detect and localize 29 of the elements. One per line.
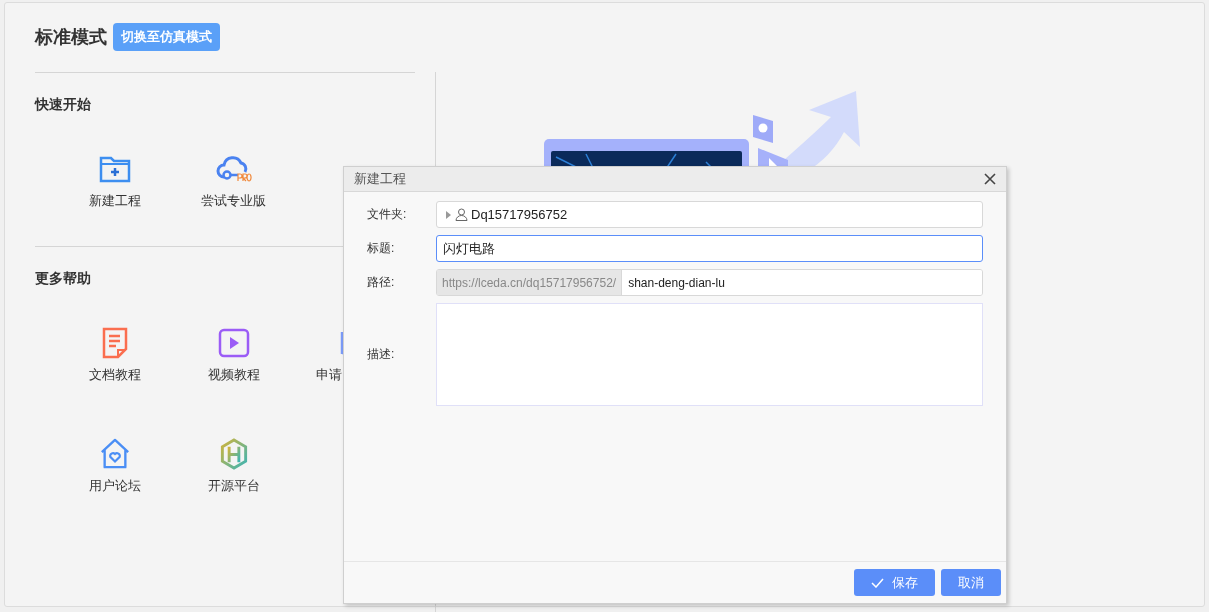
field-label: 描述:: [367, 346, 396, 363]
check-icon: [871, 577, 884, 588]
expand-triangle-icon: [446, 210, 451, 219]
shortcut-label[interactable]: 视频教程: [207, 367, 260, 383]
user-icon: [455, 208, 468, 221]
shortcut-label[interactable]: 文档教程: [88, 367, 141, 383]
video-play-icon: [217, 327, 250, 359]
field-label: 路径:: [367, 274, 396, 291]
description-input[interactable]: [436, 303, 983, 406]
title-input[interactable]: 闪灯电路: [436, 235, 983, 262]
section-heading: 更多帮助: [35, 269, 91, 287]
hexagon-h-icon: [218, 438, 249, 470]
field-label: 标题:: [367, 240, 396, 257]
shortcut-label[interactable]: 开源平台: [207, 478, 260, 494]
shortcut-label[interactable]: 用户论坛: [88, 478, 141, 494]
folder-selector[interactable]: Dq15717956752: [436, 201, 983, 228]
mode-title: 标准模式: [35, 26, 107, 49]
path-field[interactable]: https://lceda.cn/dq15717956752/ shan-deng-dian-lu: [436, 269, 983, 296]
shortcut-label[interactable]: 新建工程: [88, 193, 141, 209]
section-heading: 快速开始: [35, 95, 91, 113]
folder-name: Dq15717956752: [471, 207, 568, 222]
shortcut-label[interactable]: 申请: [316, 367, 342, 383]
document-icon: [100, 327, 129, 359]
field-label: 文件夹:: [367, 206, 408, 223]
close-icon[interactable]: [984, 173, 996, 185]
house-heart-icon: [98, 438, 131, 470]
url-prefix: https://lceda.cn/dq15717956752/: [437, 270, 622, 295]
shortcut-label[interactable]: 尝试专业版: [201, 193, 266, 209]
dialog-title: 新建工程: [354, 170, 406, 188]
